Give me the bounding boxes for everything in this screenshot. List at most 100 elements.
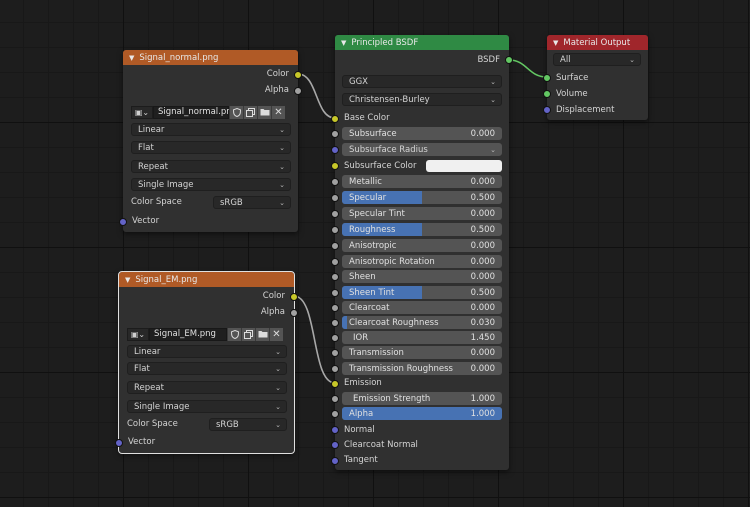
emission-strength-field[interactable]: Emission Strength 1.000 bbox=[342, 392, 502, 405]
unlink-x-icon[interactable]: ✕ bbox=[271, 105, 285, 119]
field-value: 0.000 bbox=[470, 256, 495, 267]
input-subsurface-radius-socket[interactable] bbox=[331, 146, 339, 154]
input-vector-socket[interactable] bbox=[115, 439, 123, 447]
clearcoat-roughness-field[interactable]: Clearcoat Roughness 0.030 bbox=[342, 316, 502, 329]
input-volume-socket[interactable] bbox=[543, 90, 551, 98]
collapse-arrow-icon[interactable]: ▼ bbox=[129, 54, 134, 62]
output-color-socket[interactable] bbox=[294, 71, 302, 79]
transmission-field[interactable]: Transmission 0.000 bbox=[342, 346, 502, 359]
extension-value: Repeat bbox=[134, 382, 164, 393]
target-dropdown[interactable]: All ⌄ bbox=[553, 53, 641, 66]
collapse-arrow-icon[interactable]: ▼ bbox=[553, 39, 558, 47]
open-folder-icon[interactable] bbox=[257, 105, 271, 119]
input-subsurface-socket[interactable] bbox=[331, 130, 339, 138]
material-output-node[interactable]: ▼ Material Output All ⌄ Surface Volume Di… bbox=[543, 35, 648, 120]
sheen-field[interactable]: Sheen 0.000 bbox=[342, 270, 502, 283]
duplicate-icon[interactable] bbox=[241, 327, 255, 341]
subsurface-radius-field[interactable]: Subsurface Radius ⌄ bbox=[342, 143, 502, 156]
input-subsurface-color-socket[interactable] bbox=[331, 162, 339, 170]
color-space-dropdown[interactable]: sRGB ⌄ bbox=[213, 196, 291, 209]
node-header[interactable]: ▼ Principled BSDF bbox=[335, 35, 509, 50]
alpha-field[interactable]: Alpha 1.000 bbox=[342, 407, 502, 420]
node-header[interactable]: ▼ Material Output bbox=[547, 35, 648, 50]
input-vector-socket[interactable] bbox=[119, 218, 127, 226]
duplicate-icon[interactable] bbox=[243, 105, 257, 119]
collapse-arrow-icon[interactable]: ▼ bbox=[341, 39, 346, 47]
color-space-dropdown[interactable]: sRGB ⌄ bbox=[209, 418, 287, 431]
source-dropdown[interactable]: Single Image ⌄ bbox=[131, 178, 291, 191]
subsurface-method-dropdown[interactable]: Christensen-Burley ⌄ bbox=[342, 93, 502, 106]
input-clearcoat-roughness-socket[interactable] bbox=[331, 319, 339, 327]
output-alpha-label: Alpha bbox=[260, 307, 285, 317]
interpolation-value: Linear bbox=[138, 124, 165, 135]
source-dropdown[interactable]: Single Image ⌄ bbox=[127, 400, 287, 413]
ior-field[interactable]: IOR 1.450 bbox=[342, 331, 502, 344]
projection-dropdown[interactable]: Flat ⌄ bbox=[131, 141, 291, 154]
input-sheen-socket[interactable] bbox=[331, 273, 339, 281]
input-vector-label: Vector bbox=[128, 437, 156, 447]
input-base-color-socket[interactable] bbox=[331, 115, 339, 123]
input-tangent-socket[interactable] bbox=[331, 457, 339, 465]
specular-field[interactable]: Specular 0.500 bbox=[342, 191, 502, 204]
input-emission-strength-socket[interactable] bbox=[331, 395, 339, 403]
output-alpha-socket[interactable] bbox=[294, 87, 302, 95]
subsurface-color-swatch[interactable] bbox=[426, 160, 502, 172]
image-name-field[interactable]: Signal_EM.png bbox=[149, 327, 227, 341]
input-roughness-socket[interactable] bbox=[331, 226, 339, 234]
output-alpha-socket[interactable] bbox=[290, 309, 298, 317]
input-specular-tint-socket[interactable] bbox=[331, 210, 339, 218]
node-header[interactable]: ▼ Signal_normal.png bbox=[123, 50, 298, 65]
input-normal-socket[interactable] bbox=[331, 426, 339, 434]
node-header[interactable]: ▼ Signal_EM.png bbox=[119, 272, 294, 287]
input-displacement-socket[interactable] bbox=[543, 106, 551, 114]
transmission-roughness-field[interactable]: Transmission Roughness 0.000 bbox=[342, 362, 502, 375]
input-ior-socket[interactable] bbox=[331, 334, 339, 342]
output-color-socket[interactable] bbox=[290, 293, 298, 301]
interpolation-dropdown[interactable]: Linear ⌄ bbox=[131, 123, 291, 136]
field-value: 1.000 bbox=[470, 393, 495, 404]
principled-bsdf-node[interactable]: ▼ Principled BSDF BSDF GGX ⌄ Christensen-… bbox=[331, 35, 513, 470]
input-anisotropic-rotation-socket[interactable] bbox=[331, 258, 339, 266]
roughness-field[interactable]: Roughness 0.500 bbox=[342, 223, 502, 236]
input-transmission-socket[interactable] bbox=[331, 349, 339, 357]
input-clearcoat-socket[interactable] bbox=[331, 304, 339, 312]
anisotropic-field[interactable]: Anisotropic 0.000 bbox=[342, 239, 502, 252]
image-texture-node-em[interactable]: ▼ Signal_EM.png Color Alpha ▣⌄ Signal_EM… bbox=[115, 271, 298, 454]
anisotropic-rotation-field[interactable]: Anisotropic Rotation 0.000 bbox=[342, 255, 502, 268]
input-clearcoat-normal-socket[interactable] bbox=[331, 441, 339, 449]
image-name-field[interactable]: Signal_normal.png bbox=[153, 105, 237, 119]
specular-tint-field[interactable]: Specular Tint 0.000 bbox=[342, 207, 502, 220]
input-anisotropic-socket[interactable] bbox=[331, 242, 339, 250]
image-texture-node-normal[interactable]: ▼ Signal_normal.png Color Alpha ▣⌄ Signa… bbox=[119, 50, 302, 232]
input-transmission-roughness-socket[interactable] bbox=[331, 365, 339, 373]
field-value: 0.000 bbox=[470, 363, 495, 374]
distribution-dropdown[interactable]: GGX ⌄ bbox=[342, 75, 502, 88]
input-emission-socket[interactable] bbox=[331, 380, 339, 388]
subsurface-field[interactable]: Subsurface 0.000 bbox=[342, 127, 502, 140]
image-browse-button[interactable]: ▣⌄ bbox=[131, 105, 153, 119]
interpolation-dropdown[interactable]: Linear ⌄ bbox=[127, 345, 287, 358]
open-folder-icon[interactable] bbox=[255, 327, 269, 341]
output-bsdf-socket[interactable] bbox=[505, 56, 513, 64]
field-value: 0.000 bbox=[470, 208, 495, 219]
collapse-arrow-icon[interactable]: ▼ bbox=[125, 276, 130, 284]
projection-dropdown[interactable]: Flat ⌄ bbox=[127, 362, 287, 375]
clearcoat-field[interactable]: Clearcoat 0.000 bbox=[342, 301, 502, 314]
input-surface-socket[interactable] bbox=[543, 74, 551, 82]
source-value: Single Image bbox=[138, 179, 194, 190]
metallic-field[interactable]: Metallic 0.000 bbox=[342, 175, 502, 188]
input-metallic-socket[interactable] bbox=[331, 178, 339, 186]
sheen-tint-field[interactable]: Sheen Tint 0.500 bbox=[342, 286, 502, 299]
extension-dropdown[interactable]: Repeat ⌄ bbox=[131, 160, 291, 173]
input-sheen-tint-socket[interactable] bbox=[331, 289, 339, 297]
fake-user-shield-icon[interactable] bbox=[229, 105, 243, 119]
input-alpha-socket[interactable] bbox=[331, 410, 339, 418]
output-bsdf-label: BSDF bbox=[477, 55, 500, 65]
input-specular-socket[interactable] bbox=[331, 194, 339, 202]
fake-user-shield-icon[interactable] bbox=[227, 327, 241, 341]
chevron-down-icon: ⌄ bbox=[279, 143, 285, 152]
source-value: Single Image bbox=[134, 401, 190, 412]
extension-dropdown[interactable]: Repeat ⌄ bbox=[127, 381, 287, 394]
image-browse-button[interactable]: ▣⌄ bbox=[127, 327, 149, 341]
unlink-x-icon[interactable]: ✕ bbox=[269, 327, 283, 341]
